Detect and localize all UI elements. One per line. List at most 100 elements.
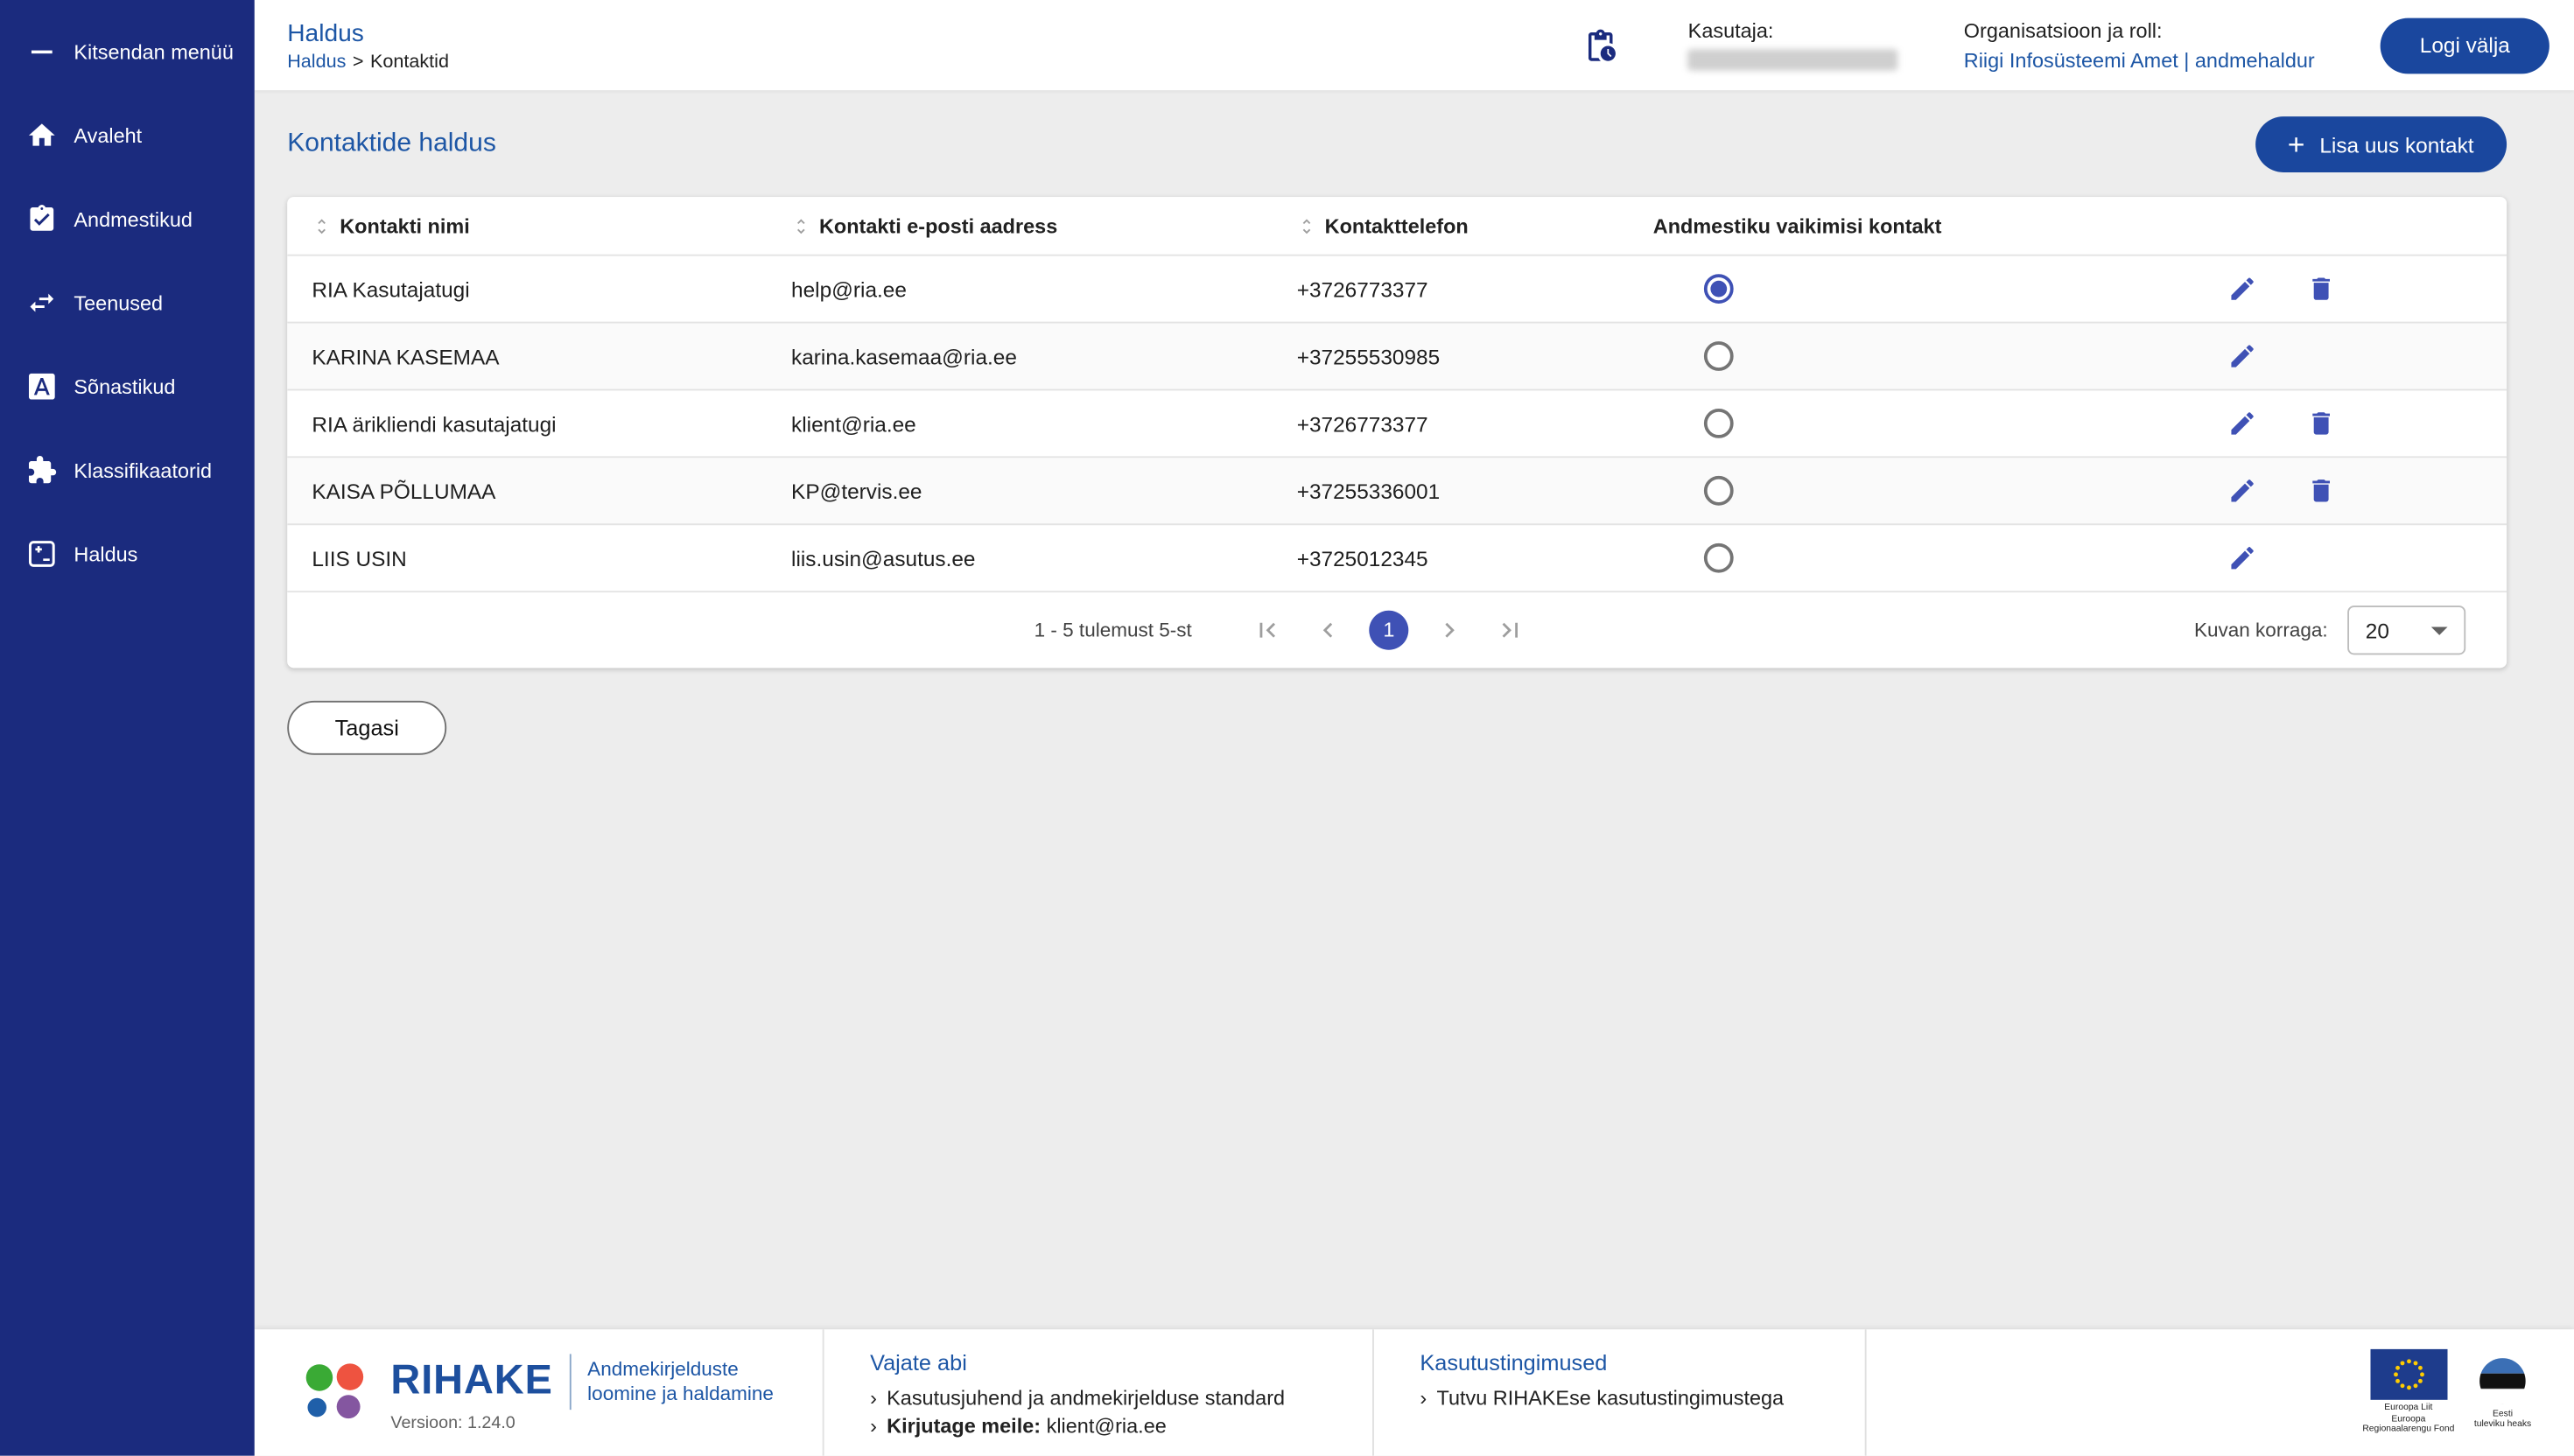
- sidebar-item-label: Klassifikaatorid: [74, 458, 213, 482]
- contact-actions-cell: [2064, 272, 2507, 305]
- sidebar-item-haldus[interactable]: Haldus: [0, 512, 255, 596]
- help-link-email[interactable]: › Kirjutage meile: klient@ria.ee: [870, 1413, 1372, 1441]
- help-link-label: Kasutusjuhend ja andmekirjelduse standar…: [887, 1386, 1286, 1410]
- contacts-table: Kontakti nimi Kontakti e-posti aadress K…: [287, 197, 2507, 668]
- default-contact-radio[interactable]: [1703, 274, 1734, 304]
- help-link-manual[interactable]: › Kasutusjuhend ja andmekirjelduse stand…: [870, 1385, 1372, 1413]
- sort-icon: [1297, 214, 1317, 237]
- back-button[interactable]: Tagasi: [287, 700, 447, 755]
- help-link-label: Kirjutage meile: klient@ria.ee: [887, 1413, 1167, 1441]
- table-row: RIA ärikliendi kasutajatugi klient@ria.e…: [287, 390, 2507, 458]
- next-page-icon[interactable]: [1430, 611, 1469, 650]
- email-value: klient@ria.ee: [1046, 1414, 1167, 1438]
- chevron-right-icon: ›: [1420, 1386, 1427, 1410]
- sidebar-item-label: Kitsendan menüü: [74, 39, 234, 64]
- chevron-down-icon: [2430, 626, 2448, 634]
- breadcrumb-link-haldus[interactable]: Haldus: [287, 52, 346, 72]
- pending-actions-icon[interactable]: [1580, 24, 1623, 66]
- delete-contact-button[interactable]: [2304, 407, 2338, 440]
- previous-page-icon[interactable]: [1308, 611, 1348, 650]
- chevron-right-icon: ›: [870, 1414, 877, 1438]
- contact-phone-cell: +37255336001: [1296, 478, 1441, 503]
- page-title: Kontaktide haldus: [287, 130, 496, 158]
- breadcrumb-separator: >: [352, 52, 364, 72]
- footer-spacer: [1867, 1329, 2363, 1455]
- column-header-label: Andmestiku vaikimisi kontakt: [1652, 214, 1942, 238]
- user-block: Kasutaja:: [1687, 19, 1898, 71]
- footer-terms-column: Kasutustingimused › Tutvu RIHAKEse kasut…: [1372, 1329, 1867, 1456]
- per-page-value: 20: [2365, 618, 2389, 643]
- column-header-phone[interactable]: Kontakttelefon: [1297, 214, 1653, 237]
- footer-brand-text: RIHAKE Andmekirjelduste loomine ja halda…: [390, 1353, 774, 1432]
- dictionaries-icon: [25, 370, 58, 403]
- org-role-link[interactable]: Riigi Infosüsteemi Amet | andmehaldur: [1964, 48, 2315, 71]
- sidebar-item-klassifikaatorid[interactable]: Klassifikaatorid: [0, 429, 255, 513]
- contact-email-cell: KP@tervis.ee: [791, 478, 922, 503]
- edit-contact-button[interactable]: [2226, 407, 2259, 440]
- column-header-default: Andmestiku vaikimisi kontakt: [1653, 214, 2064, 237]
- chevron-right-icon: ›: [870, 1386, 877, 1410]
- default-contact-radio[interactable]: [1703, 341, 1734, 371]
- sidebar-item-teenused[interactable]: Teenused: [0, 261, 255, 345]
- edit-contact-button[interactable]: [2226, 340, 2259, 373]
- pagination-summary: 1 - 5 tulemust 5-st: [1034, 619, 1192, 642]
- contact-default-cell: [1653, 475, 2064, 506]
- sidebar: Kitsendan menüü Avaleht Andmestikud Teen…: [0, 0, 255, 1456]
- estonia-flag-icon: [2479, 1357, 2526, 1404]
- sort-icon: [312, 214, 332, 237]
- footer-help-column: Vajate abi › Kasutusjuhend ja andmekirje…: [822, 1329, 1372, 1456]
- org-block: Organisatsioon ja roll: Riigi Infosüstee…: [1964, 19, 2315, 72]
- page-number-button[interactable]: 1: [1369, 610, 1409, 650]
- eu-logo-caption: Euroopa Liit Euroopa Regionaalarengu Fon…: [2362, 1404, 2455, 1435]
- last-page-icon[interactable]: [1490, 611, 1530, 650]
- per-page-select[interactable]: 20: [2347, 606, 2466, 655]
- home-icon: [25, 119, 58, 152]
- default-contact-radio[interactable]: [1703, 542, 1734, 573]
- sidebar-item-avaleht[interactable]: Avaleht: [0, 94, 255, 178]
- default-contact-radio[interactable]: [1703, 409, 1734, 438]
- plus-icon: +: [2287, 128, 2305, 161]
- contact-email-cell: help@ria.ee: [791, 276, 907, 302]
- sort-icon: [791, 214, 811, 237]
- help-heading: Vajate abi: [870, 1350, 967, 1376]
- tagline-line: loomine ja haldamine: [587, 1381, 774, 1404]
- add-contact-button[interactable]: + Lisa uus kontakt: [2255, 116, 2507, 172]
- column-header-name[interactable]: Kontakti nimi: [312, 214, 791, 237]
- table-row: LIIS USIN liis.usin@asutus.ee +372501234…: [287, 525, 2507, 593]
- services-icon: [25, 286, 58, 319]
- contact-email-cell: karina.kasemaa@ria.ee: [791, 343, 1017, 369]
- edit-contact-button[interactable]: [2226, 272, 2259, 305]
- sidebar-item-andmestikud[interactable]: Andmestikud: [0, 178, 255, 262]
- logout-button[interactable]: Logi välja: [2380, 17, 2549, 74]
- edit-contact-button[interactable]: [2226, 474, 2259, 508]
- brand-divider: [569, 1353, 572, 1410]
- column-header-label: Kontakti e-posti aadress: [818, 214, 1058, 238]
- main-content: Kontaktide haldus + Lisa uus kontakt Kon…: [254, 90, 2574, 1330]
- main-top-row: Kontaktide haldus + Lisa uus kontakt: [287, 116, 2507, 172]
- eu-flag-icon: [2369, 1349, 2447, 1401]
- default-contact-radio[interactable]: [1703, 475, 1734, 506]
- terms-link-label: Tutvu RIHAKEse kasutustingimustega: [1436, 1386, 1785, 1410]
- header-right: Kasutaja: Organisatsioon ja roll: Riigi …: [1580, 17, 2574, 74]
- app-root: Kitsendan menüü Avaleht Andmestikud Teen…: [0, 0, 2574, 1456]
- delete-contact-button[interactable]: [2304, 474, 2338, 508]
- sidebar-item-collapse-menu[interactable]: Kitsendan menüü: [0, 10, 255, 94]
- header-title: Haldus: [287, 18, 364, 47]
- contact-actions-cell: [2064, 340, 2507, 373]
- eu-logo-block: Euroopa Liit Euroopa Regionaalarengu Fon…: [2362, 1349, 2454, 1435]
- edit-contact-button[interactable]: [2226, 542, 2259, 575]
- user-name-redacted: [1687, 49, 1898, 71]
- sidebar-item-label: Avaleht: [74, 123, 143, 147]
- sidebar-item-sonastikud[interactable]: Sõnastikud: [0, 345, 255, 429]
- first-page-icon[interactable]: [1248, 611, 1287, 650]
- sidebar-item-label: Sõnastikud: [74, 374, 176, 398]
- column-header-email[interactable]: Kontakti e-posti aadress: [791, 214, 1297, 237]
- contact-phone-cell: +3726773377: [1296, 276, 1428, 302]
- terms-link[interactable]: › Tutvu RIHAKEse kasutustingimustega: [1420, 1385, 1864, 1413]
- delete-contact-button[interactable]: [2304, 272, 2338, 305]
- brand-name: RIHAKE: [390, 1357, 553, 1404]
- footer: RIHAKE Andmekirjelduste loomine ja halda…: [254, 1329, 2574, 1456]
- brand-tagline: Andmekirjelduste loomine ja haldamine: [587, 1356, 774, 1405]
- breadcrumb: Haldus > Kontaktid: [287, 52, 449, 72]
- user-label: Kasutaja:: [1687, 19, 1774, 43]
